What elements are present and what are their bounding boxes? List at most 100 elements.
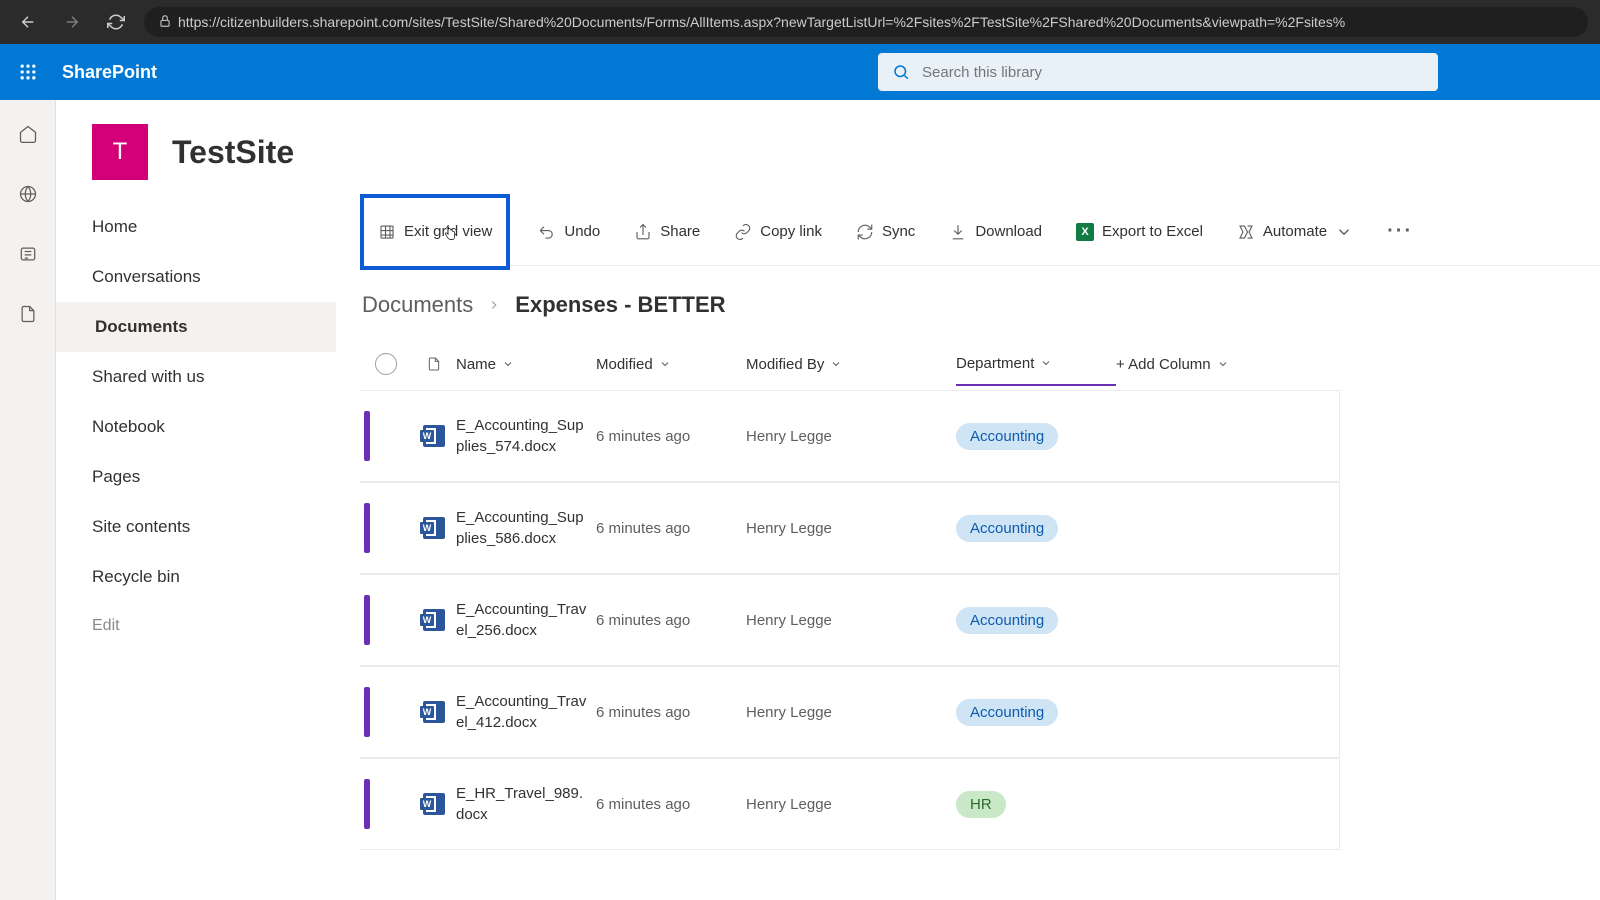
site-title[interactable]: TestSite xyxy=(172,134,294,171)
flow-icon xyxy=(1237,223,1255,241)
chevron-down-icon xyxy=(659,358,671,370)
department-cell[interactable]: Accounting xyxy=(956,423,1116,450)
nav-recycle-bin[interactable]: Recycle bin xyxy=(56,552,336,602)
column-modified[interactable]: Modified xyxy=(596,356,746,373)
nav-documents[interactable]: Documents xyxy=(56,302,336,352)
automate-button[interactable]: Automate xyxy=(1231,217,1359,247)
export-excel-button[interactable]: X Export to Excel xyxy=(1070,217,1209,247)
modified-cell: 6 minutes ago xyxy=(596,704,746,721)
undo-icon xyxy=(538,223,556,241)
file-name-cell[interactable]: E_Accounting_Supplies_574.docx xyxy=(456,415,596,457)
chevron-right-icon xyxy=(487,292,501,318)
download-label: Download xyxy=(975,223,1042,240)
more-actions-button[interactable]: ··· xyxy=(1381,220,1419,243)
word-icon xyxy=(423,517,445,539)
export-excel-label: Export to Excel xyxy=(1102,223,1203,240)
share-icon xyxy=(634,223,652,241)
chevron-down-icon xyxy=(830,358,842,370)
row-edit-marker xyxy=(364,779,370,829)
department-pill: Accounting xyxy=(956,607,1058,634)
nav-pages[interactable]: Pages xyxy=(56,452,336,502)
nav-site-contents[interactable]: Site contents xyxy=(56,502,336,552)
column-name[interactable]: Name xyxy=(456,356,596,373)
file-name-cell[interactable]: E_Accounting_Travel_412.docx xyxy=(456,691,596,733)
search-icon xyxy=(892,63,910,81)
nav-edit-link[interactable]: Edit xyxy=(56,602,336,650)
word-icon xyxy=(423,701,445,723)
sync-icon xyxy=(856,223,874,241)
copy-link-button[interactable]: Copy link xyxy=(728,217,828,247)
rail-files-icon[interactable] xyxy=(12,298,44,330)
chevron-down-icon xyxy=(1335,223,1353,241)
download-button[interactable]: Download xyxy=(943,217,1048,247)
table-row[interactable]: E_HR_Travel_989.docx 6 minutes ago Henry… xyxy=(360,758,1340,850)
documents-table: Name Modified Modified By Department + A… xyxy=(360,338,1600,850)
table-row[interactable]: E_Accounting_Travel_256.docx 6 minutes a… xyxy=(360,574,1340,666)
suite-header: SharePoint xyxy=(0,44,1600,100)
nav-home[interactable]: Home xyxy=(56,202,336,252)
row-edit-marker xyxy=(364,595,370,645)
column-name-label: Name xyxy=(456,356,496,373)
rail-news-icon[interactable] xyxy=(12,238,44,270)
sync-button[interactable]: Sync xyxy=(850,217,921,247)
table-body: E_Accounting_Supplies_574.docx 6 minutes… xyxy=(360,390,1600,850)
content-area: Exit grid view Undo Share Copy link Sync xyxy=(336,198,1600,900)
select-all-column[interactable] xyxy=(360,353,412,375)
app-launcher-button[interactable] xyxy=(12,56,44,88)
browser-back-button[interactable] xyxy=(12,6,44,38)
nav-conversations[interactable]: Conversations xyxy=(56,252,336,302)
app-rail xyxy=(0,100,56,900)
add-column-button[interactable]: + Add Column xyxy=(1116,356,1276,373)
column-department-label: Department xyxy=(956,355,1034,372)
file-name-cell[interactable]: E_Accounting_Travel_256.docx xyxy=(456,599,596,641)
file-type-column[interactable] xyxy=(412,355,456,373)
department-cell[interactable]: Accounting xyxy=(956,515,1116,542)
search-box[interactable] xyxy=(878,53,1438,91)
row-edit-marker xyxy=(364,411,370,461)
rail-home-icon[interactable] xyxy=(12,118,44,150)
browser-chrome: https://citizenbuilders.sharepoint.com/s… xyxy=(0,0,1600,44)
department-pill: Accounting xyxy=(956,423,1058,450)
site-logo[interactable]: T xyxy=(92,124,148,180)
nav-shared-with-us[interactable]: Shared with us xyxy=(56,352,336,402)
search-input[interactable] xyxy=(922,64,1424,81)
download-icon xyxy=(949,223,967,241)
file-name-cell[interactable]: E_HR_Travel_989.docx xyxy=(456,783,596,825)
breadcrumb: Documents Expenses - BETTER xyxy=(360,266,1600,338)
table-row[interactable]: E_Accounting_Supplies_586.docx 6 minutes… xyxy=(360,482,1340,574)
rail-globe-icon[interactable] xyxy=(12,178,44,210)
file-type-cell xyxy=(412,609,456,631)
table-row[interactable]: E_Accounting_Travel_412.docx 6 minutes a… xyxy=(360,666,1340,758)
department-pill: HR xyxy=(956,791,1006,818)
app-name[interactable]: SharePoint xyxy=(62,62,157,83)
browser-address-bar[interactable]: https://citizenbuilders.sharepoint.com/s… xyxy=(144,7,1588,37)
department-cell[interactable]: Accounting xyxy=(956,607,1116,634)
file-icon xyxy=(426,355,442,373)
toolbar: Exit grid view Undo Share Copy link Sync xyxy=(360,198,1600,266)
chevron-down-icon xyxy=(1217,358,1229,370)
breadcrumb-root[interactable]: Documents xyxy=(362,292,473,318)
column-modified-by[interactable]: Modified By xyxy=(746,356,956,373)
file-type-cell xyxy=(412,793,456,815)
lock-icon xyxy=(158,14,172,31)
excel-icon: X xyxy=(1076,223,1094,241)
department-cell[interactable]: Accounting xyxy=(956,699,1116,726)
modified-cell: 6 minutes ago xyxy=(596,520,746,537)
department-cell[interactable]: HR xyxy=(956,791,1116,818)
table-row[interactable]: E_Accounting_Supplies_574.docx 6 minutes… xyxy=(360,390,1340,482)
column-department[interactable]: Department xyxy=(956,355,1116,386)
file-name-cell[interactable]: E_Accounting_Supplies_586.docx xyxy=(456,507,596,549)
chevron-down-icon xyxy=(1040,357,1052,369)
url-text: https://citizenbuilders.sharepoint.com/s… xyxy=(178,14,1345,30)
modified-cell: 6 minutes ago xyxy=(596,796,746,813)
share-button[interactable]: Share xyxy=(628,217,706,247)
modified-by-cell: Henry Legge xyxy=(746,612,956,629)
browser-reload-button[interactable] xyxy=(100,6,132,38)
word-icon xyxy=(423,793,445,815)
sync-label: Sync xyxy=(882,223,915,240)
undo-button[interactable]: Undo xyxy=(532,217,606,247)
nav-notebook[interactable]: Notebook xyxy=(56,402,336,452)
exit-grid-view-button[interactable]: Exit grid view xyxy=(360,194,510,270)
select-all-circle[interactable] xyxy=(375,353,397,375)
browser-forward-button[interactable] xyxy=(56,6,88,38)
